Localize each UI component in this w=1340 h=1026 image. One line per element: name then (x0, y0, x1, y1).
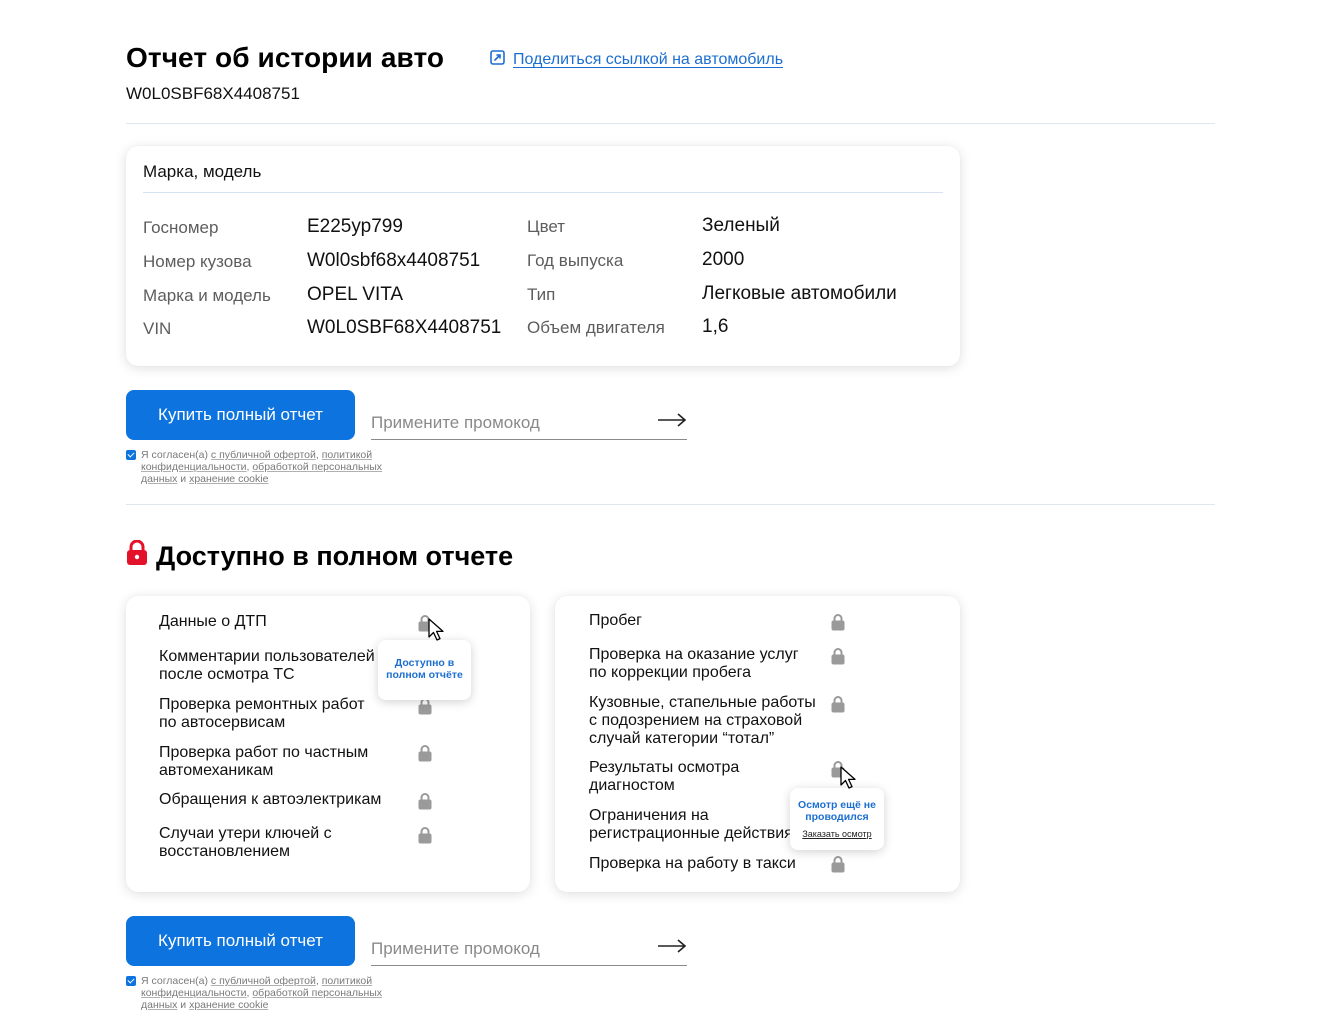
consent-text: Я согласен(а) с публичной офертой, полит… (141, 449, 396, 485)
consent-checkbox[interactable] (126, 976, 136, 986)
arrow-right-icon[interactable] (657, 413, 687, 432)
list-item: Проверка на оказание услуг по коррекции … (589, 646, 799, 681)
lock-icon[interactable] (418, 744, 432, 762)
label-type: Тип (527, 285, 556, 304)
info-divider (143, 192, 943, 193)
list-item: Случаи утери ключей с восстановлением (159, 825, 332, 860)
value-color: Зеленый (702, 215, 780, 236)
share-link-label: Поделиться ссылкой на автомобиль (513, 51, 784, 68)
promo-field (371, 406, 687, 440)
list-item: Ограничения на регистрационные действия (589, 807, 793, 842)
lock-icon[interactable] (831, 855, 845, 873)
value-plate: Е225ур799 (307, 216, 403, 237)
tooltip-inspection: Осмотр ещё не проводился Заказать осмотр (790, 788, 884, 850)
arrow-right-icon[interactable] (657, 939, 687, 958)
cookie-link[interactable]: хранение cookie (189, 999, 268, 1011)
list-item: Обращения к автоэлектрикам (159, 791, 382, 808)
share-link[interactable]: Поделиться ссылкой на автомобиль (490, 50, 783, 70)
lock-icon[interactable] (831, 613, 845, 631)
promo-field-2 (371, 932, 687, 966)
divider (126, 504, 1215, 505)
order-inspection-link[interactable]: Заказать осмотр (802, 829, 871, 839)
value-type: Легковые автомобили (702, 283, 897, 304)
label-color: Цвет (527, 217, 566, 236)
cursor-icon (840, 766, 856, 789)
locked-section-heading: Доступно в полном отчете (126, 539, 514, 573)
lock-icon[interactable] (418, 826, 432, 844)
tooltip-full-report: Доступно в полном отчёте (378, 640, 471, 700)
lock-icon[interactable] (418, 792, 432, 810)
list-item: Проверка на работу в такси (589, 855, 796, 872)
locked-section-title: Доступно в полном отчете (156, 541, 514, 571)
vehicle-info-card: Марка, модель Госномер Е225ур799 Номер к… (126, 146, 960, 366)
label-engine: Объем двигателя (527, 318, 665, 337)
list-item: Проверка ремонтных работ по автосервисам (159, 696, 365, 731)
page-title: Отчет об истории авто (126, 42, 445, 73)
locked-features-left: Данные о ДТП Комментарии пользователей п… (126, 596, 530, 892)
info-heading: Марка, модель (143, 162, 262, 181)
consent-text-part: Я согласен(а) (141, 975, 211, 987)
consent-checkbox[interactable] (126, 450, 136, 460)
offer-link[interactable]: с публичной офертой (211, 449, 316, 461)
consent-2: Я согласен(а) с публичной офертой, полит… (126, 975, 396, 1011)
list-item: Пробег (589, 612, 643, 629)
buy-full-report-button[interactable]: Купить полный отчет (126, 390, 355, 440)
locked-features-right: Пробег Проверка на оказание услуг по кор… (555, 596, 960, 892)
consent-text-part: и (177, 999, 190, 1011)
consent-text-part: Я согласен(а) (141, 449, 211, 461)
value-engine: 1,6 (702, 316, 729, 337)
promo-input-2[interactable] (371, 938, 631, 959)
link-icon (490, 50, 505, 70)
label-vin: VIN (143, 319, 172, 338)
value-year: 2000 (702, 249, 745, 270)
lock-icon[interactable] (831, 647, 845, 665)
label-plate: Госномер (143, 218, 219, 237)
value-make-model: OPEL VITA (307, 284, 404, 305)
value-vin: W0L0SBF68X4408751 (307, 317, 502, 338)
list-item: Комментарии пользователей после осмотра … (159, 648, 375, 683)
consent-text: Я согласен(а) с публичной офертой, полит… (141, 975, 396, 1011)
value-body-number: W0l0sbf68x4408751 (307, 250, 481, 271)
list-item: Кузовные, стапельные работы с подозрение… (589, 694, 816, 747)
divider (126, 123, 1215, 124)
offer-link[interactable]: с публичной офертой (211, 975, 316, 987)
tooltip-text: Доступно в полном отчёте (386, 657, 463, 681)
lock-icon[interactable] (831, 695, 845, 713)
list-item: Данные о ДТП (159, 613, 267, 630)
list-item: Результаты осмотра диагностом (589, 759, 740, 794)
consent: Я согласен(а) с публичной офертой, полит… (126, 449, 396, 485)
consent-text-part: и (177, 473, 190, 485)
cursor-icon (428, 618, 444, 641)
label-make-model: Марка и модель (143, 286, 271, 305)
vin-subtitle: W0L0SBF68X4408751 (126, 84, 300, 103)
promo-input[interactable] (371, 412, 631, 433)
label-year: Год выпуска (527, 251, 624, 270)
buy-full-report-button-2[interactable]: Купить полный отчет (126, 916, 355, 966)
cookie-link[interactable]: хранение cookie (189, 473, 268, 485)
tooltip-text: Осмотр ещё не проводился (798, 799, 876, 823)
lock-icon-red (126, 539, 148, 573)
list-item: Проверка работ по частным автомеханикам (159, 744, 369, 779)
label-body-number: Номер кузова (143, 252, 252, 271)
